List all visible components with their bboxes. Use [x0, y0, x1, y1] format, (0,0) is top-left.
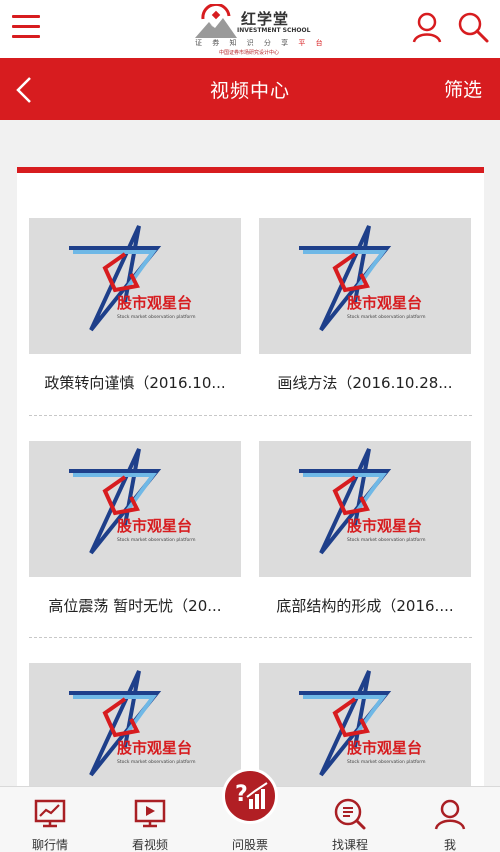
video-thumbnail: 股市观星台 Stock market observation platform — [259, 441, 471, 577]
stock-observatory-logo-icon: 股市观星台 Stock market observation platform — [69, 448, 195, 555]
video-play-icon — [134, 799, 166, 828]
nav-label: 我 — [443, 838, 456, 852]
user-icon[interactable] — [410, 10, 444, 44]
content-area: 股市观星台 Stock market observation platform 政… — [0, 140, 500, 852]
ask-stock-center-button[interactable]: ? — [222, 768, 278, 824]
video-thumbnail: 股市观星台 Stock market observation platform — [259, 663, 471, 799]
question-chart-icon: ? — [235, 782, 268, 809]
thumbnail-logo-text: 股市观星台 — [347, 294, 422, 312]
video-list-card: 股市观星台 Stock market observation platform 政… — [17, 167, 484, 852]
nav-item-find-course[interactable]: 找课程 — [300, 787, 400, 852]
video-item[interactable]: 股市观星台 Stock market observation platform 政… — [29, 218, 241, 393]
video-thumbnail: 股市观星台 Stock market observation platform — [29, 218, 241, 354]
video-item[interactable]: 股市观星台 Stock market observation platform 底… — [259, 441, 471, 616]
video-item[interactable]: 股市观星台 Stock market observation platform 高… — [29, 441, 241, 616]
search-icon[interactable] — [456, 10, 490, 44]
nav-item-me[interactable]: 我 — [400, 787, 500, 852]
filter-button[interactable]: 筛选 — [444, 75, 482, 102]
stock-observatory-logo-icon: 股市观星台 Stock market observation platform — [299, 448, 425, 555]
video-thumbnail: 股市观星台 Stock market observation platform — [259, 218, 471, 354]
brand-logo[interactable]: 红学堂 INVESTMENT SCHOOL 证 券 知 识 分 享 平 台 中国… — [193, 2, 323, 56]
thumbnail-logo-subtext: Stock market observation platform — [117, 759, 195, 765]
brand-sub: 中国证券市场研究设计中心 — [219, 50, 280, 56]
thumbnail-logo-text: 股市观星台 — [117, 739, 192, 757]
thumbnail-logo-subtext: Stock market observation platform — [347, 759, 425, 765]
mountain-logo-icon — [195, 4, 237, 38]
nav-item-watch-video[interactable]: 看视频 — [100, 787, 200, 852]
video-title: 政策转向谨慎（2016.10... — [44, 374, 226, 392]
video-thumbnail: 股市观星台 Stock market observation platform — [29, 441, 241, 577]
video-thumbnail: 股市观星台 Stock market observation platform — [29, 663, 241, 799]
video-title: 高位震荡 暂时无忧（20... — [48, 597, 222, 615]
stock-observatory-logo-icon: 股市观星台 Stock market observation platform — [69, 225, 195, 332]
video-title: 画线方法（2016.10.28... — [277, 374, 453, 392]
thumbnail-logo-text: 股市观星台 — [117, 517, 192, 535]
brand-name: 红学堂 — [241, 10, 290, 28]
row-divider — [29, 415, 472, 416]
nav-item-market-chat[interactable]: 聊行情 — [0, 787, 100, 852]
stock-observatory-logo-icon: 股市观星台 Stock market observation platform — [69, 670, 195, 777]
nav-label: 看视频 — [131, 838, 168, 852]
top-bar: 红学堂 INVESTMENT SCHOOL 证 券 知 识 分 享 平 台 中国… — [0, 0, 500, 58]
brand-english: INVESTMENT SCHOOL — [237, 27, 311, 34]
thumbnail-logo-subtext: Stock market observation platform — [347, 537, 425, 543]
page-header: 视频中心 筛选 — [0, 58, 500, 120]
thumbnail-logo-text: 股市观星台 — [347, 739, 422, 757]
brand-slogan: 证 券 知 识 分 享 平 台 — [195, 39, 327, 47]
stock-observatory-logo-icon: 股市观星台 Stock market observation platform — [299, 225, 425, 332]
thumbnail-logo-text: 股市观星台 — [117, 294, 192, 312]
svg-text:?: ? — [235, 782, 248, 807]
thumbnail-logo-subtext: Stock market observation platform — [117, 314, 195, 320]
course-list-icon — [334, 798, 366, 830]
stock-observatory-logo-icon: 股市观星台 Stock market observation platform — [299, 670, 425, 777]
nav-label: 问股票 — [231, 838, 268, 852]
user-profile-icon — [434, 799, 466, 830]
chart-monitor-icon — [34, 799, 66, 828]
thumbnail-logo-text: 股市观星台 — [347, 517, 422, 535]
video-item[interactable]: 股市观星台 Stock market observation platform 画… — [259, 218, 471, 393]
video-title: 底部结构的形成（2016.... — [276, 597, 454, 615]
page-title: 视频中心 — [209, 80, 290, 102]
thumbnail-logo-subtext: Stock market observation platform — [347, 314, 425, 320]
nav-label: 聊行情 — [31, 838, 68, 852]
thumbnail-logo-subtext: Stock market observation platform — [117, 537, 195, 543]
menu-icon[interactable] — [12, 12, 40, 42]
row-divider — [29, 637, 472, 638]
nav-label: 找课程 — [331, 838, 368, 852]
